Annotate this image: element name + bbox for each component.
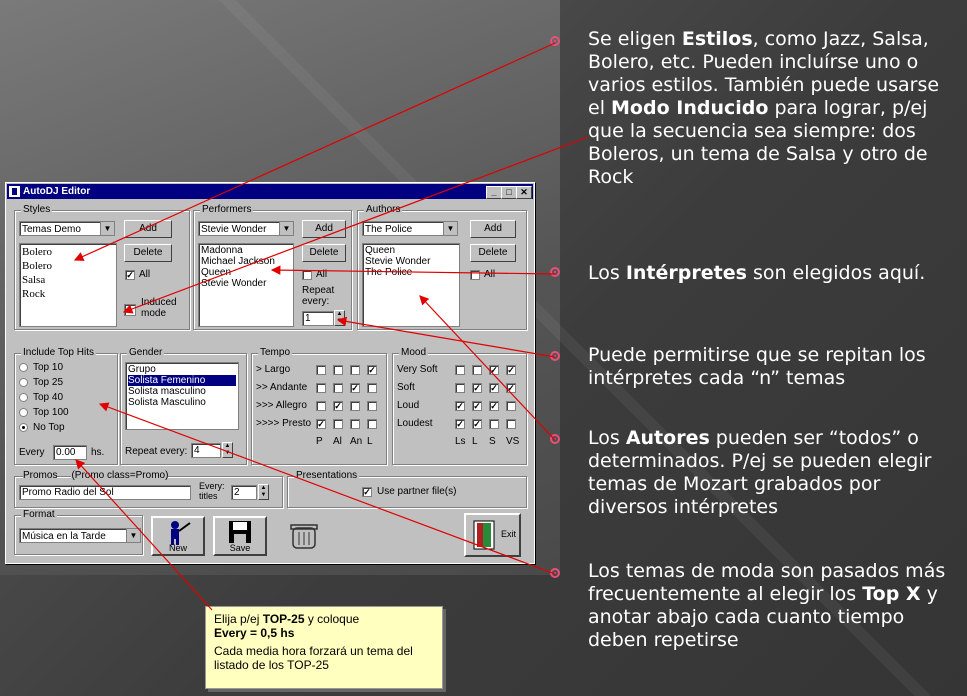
arrow-styles bbox=[73, 42, 556, 261]
arrow-tophits bbox=[98, 402, 556, 575]
arrow-induced bbox=[122, 136, 589, 314]
arrow-performers bbox=[270, 265, 556, 275]
callout-arrows bbox=[73, 42, 589, 611]
arrow-repeat bbox=[336, 316, 556, 358]
arrow-authors bbox=[419, 295, 556, 441]
arrow-every bbox=[75, 459, 213, 611]
